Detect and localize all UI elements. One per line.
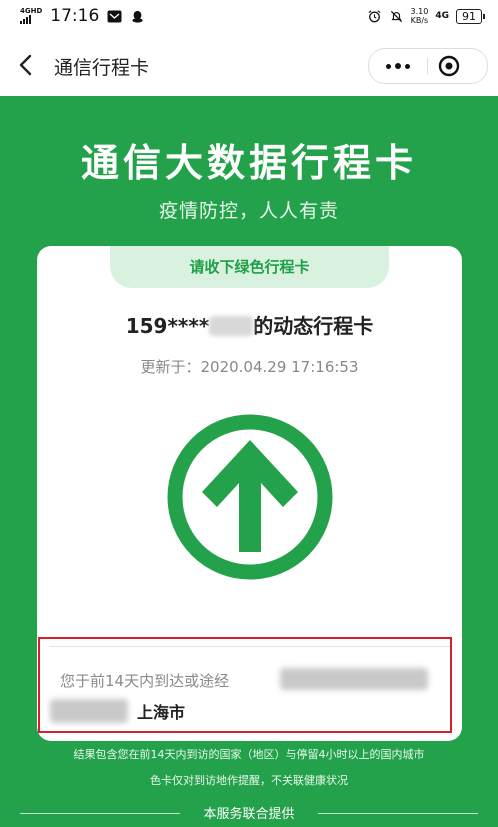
blurred-region-mask <box>280 668 428 690</box>
network-speed: 3.10 KB/s <box>411 7 429 25</box>
network-type: 4GHD <box>20 7 43 15</box>
result-note: 结果包含您在前14天内到访的国家（地区）与停留4小时以上的国内城市 <box>73 748 425 761</box>
visited-label: 您于前14天内到达或途经 <box>60 672 230 690</box>
page-title: 通信大数据行程卡 <box>80 141 417 185</box>
phone-suffix: 的动态行程卡 <box>253 314 374 338</box>
back-arrow-icon[interactable] <box>16 53 38 77</box>
status-right: 3.10 KB/s 4G 91 <box>367 7 485 25</box>
status-left: 4GHD 17:16 <box>20 6 145 26</box>
phone-prefix: 159**** <box>125 314 210 338</box>
mute-bell-icon <box>390 10 402 22</box>
status-bar: 4GHD 17:16 3.10 KB/s 4G 91 <box>0 0 498 34</box>
footer-line-right <box>318 813 478 814</box>
network-type-right: 4G <box>435 11 449 21</box>
close-miniprogram-icon[interactable] <box>437 54 461 78</box>
signal-bars-icon <box>20 15 42 24</box>
more-options-button[interactable] <box>369 49 427 83</box>
alarm-icon <box>368 9 381 22</box>
page-subtitle: 疫情防控，人人有责 <box>158 200 339 222</box>
nav-title: 通信行程卡 <box>54 57 150 79</box>
visited-city: 上海市 <box>137 703 186 722</box>
color-card-note: 色卡仅对到访地作提醒，不关联健康状况 <box>150 774 348 787</box>
update-time: 更新于：2020.04.29 17:16:53 <box>140 358 359 376</box>
more-dot-icon <box>386 63 391 69</box>
blurred-city-mask <box>50 699 128 723</box>
qq-notification-icon <box>132 10 143 23</box>
phone-card-heading: 159**** 的动态行程卡 <box>37 310 462 339</box>
speed-unit: KB/s <box>410 16 429 25</box>
phone-mask <box>209 316 254 336</box>
card-tab-label: 请收下绿色行程卡 <box>110 246 389 288</box>
message-notification-icon <box>107 10 122 22</box>
more-dot-icon <box>395 63 401 69</box>
signal-indicator: 4GHD <box>20 8 42 24</box>
more-dot-icon <box>405 63 410 69</box>
navigation-bar: 通信行程卡 <box>0 34 498 96</box>
capsule-divider <box>427 58 428 74</box>
green-arrow-icon <box>167 414 333 580</box>
battery-indicator: 91 <box>456 8 485 24</box>
speed-value: 3.10 <box>410 7 429 16</box>
status-time: 17:16 <box>50 6 100 26</box>
miniprogram-capsule <box>368 48 488 84</box>
